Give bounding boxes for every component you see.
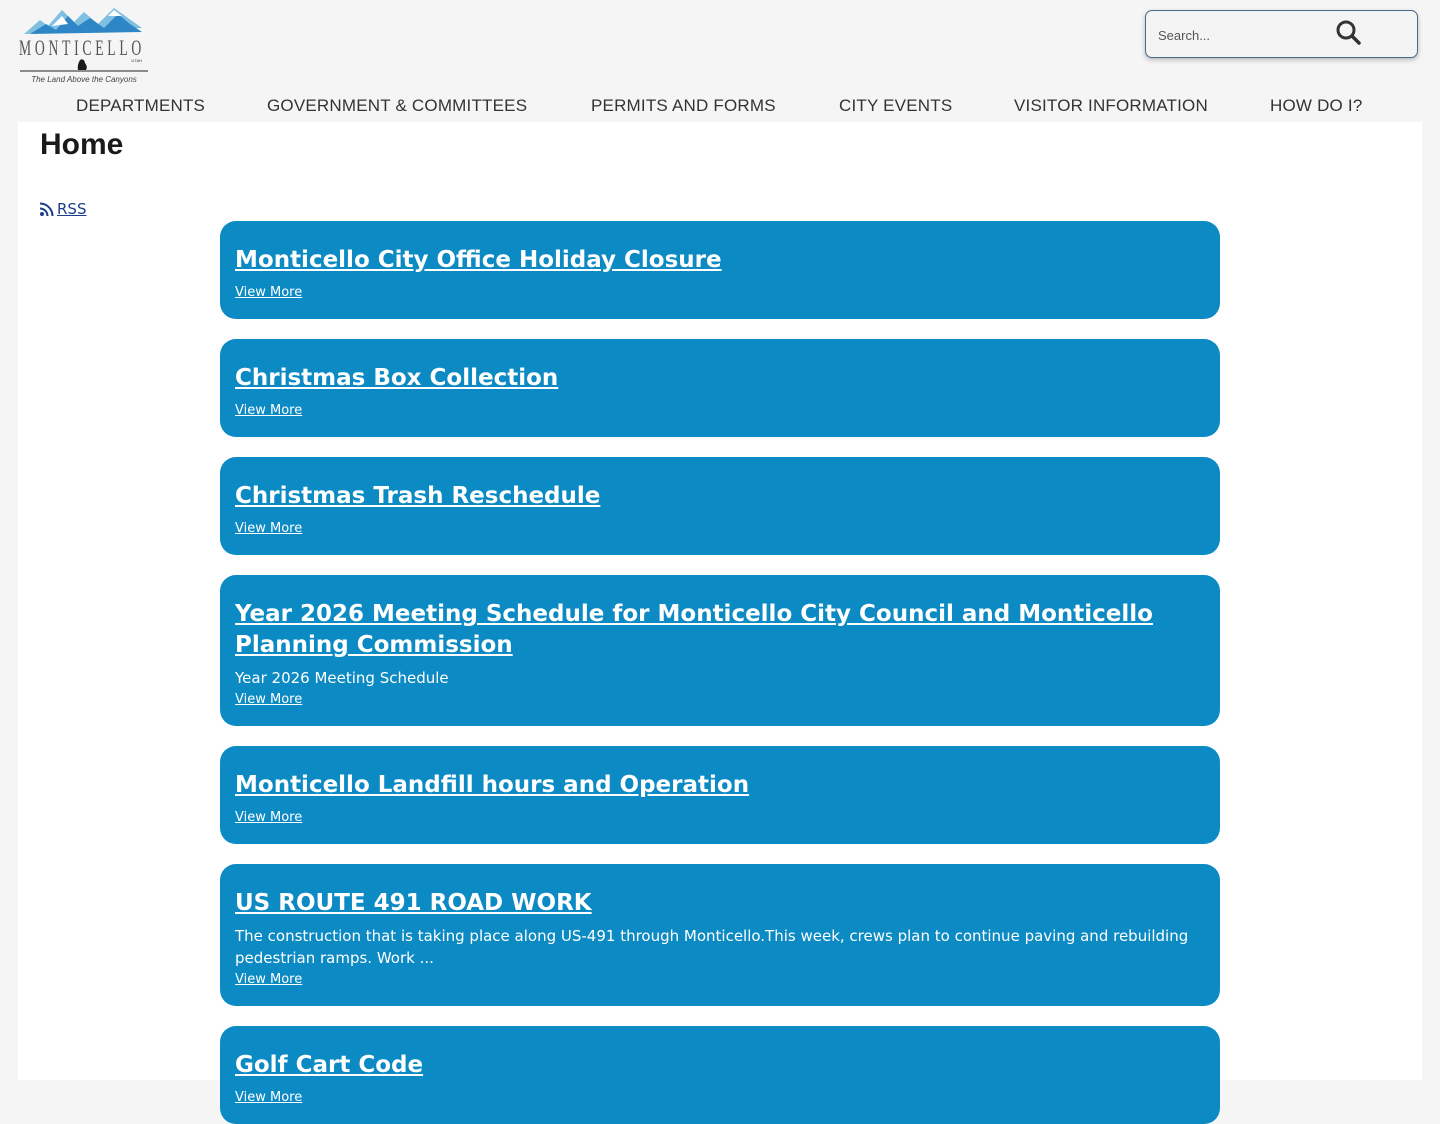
news-description: Year 2026 Meeting Schedule [235, 669, 449, 687]
news-card: Christmas Box Collection View More [220, 339, 1220, 437]
search-box [1145, 10, 1418, 58]
nav-departments[interactable]: DEPARTMENTS [76, 96, 205, 116]
view-more-link[interactable]: View More [235, 972, 302, 987]
nav-permits-forms[interactable]: PERMITS AND FORMS [591, 96, 776, 116]
search-button[interactable] [1332, 17, 1366, 51]
news-title-link[interactable]: Year 2026 Meeting Schedule for Monticell… [235, 599, 1160, 661]
view-more-link[interactable]: View More [235, 1090, 302, 1105]
logo-tagline: The Land Above the Canyons [31, 75, 137, 84]
main-navigation: DEPARTMENTS GOVERNMENT & COMMITTEES PERM… [0, 96, 1440, 120]
news-title-link[interactable]: US ROUTE 491 ROAD WORK [235, 888, 1160, 919]
rss-icon [39, 202, 54, 216]
search-icon [1336, 20, 1361, 45]
mountain-logo-graphic: MONTICELLO UTAH The Land Above the Canyo… [19, 8, 148, 84]
view-more-link[interactable]: View More [235, 692, 302, 707]
logo-wordmark: MONTICELLO [19, 35, 145, 60]
nav-how-do-i[interactable]: HOW DO I? [1270, 96, 1362, 116]
view-more-link[interactable]: View More [235, 810, 302, 825]
nav-city-events[interactable]: CITY EVENTS [839, 96, 952, 116]
page-title: Home [40, 128, 124, 161]
news-card: Monticello Landfill hours and Operation … [220, 746, 1220, 844]
news-title-link[interactable]: Christmas Box Collection [235, 363, 1160, 394]
rss-link[interactable]: RSS [39, 200, 86, 218]
news-card: US ROUTE 491 ROAD WORK The construction … [220, 864, 1220, 1006]
news-title-link[interactable]: Golf Cart Code [235, 1050, 1160, 1081]
news-card: Golf Cart Code View More [220, 1026, 1220, 1124]
news-title-link[interactable]: Monticello City Office Holiday Closure [235, 245, 1160, 276]
search-input[interactable] [1158, 23, 1328, 47]
news-title-link[interactable]: Christmas Trash Reschedule [235, 481, 1160, 512]
city-logo[interactable]: MONTICELLO UTAH The Land Above the Canyo… [18, 4, 150, 86]
news-card: Year 2026 Meeting Schedule for Monticell… [220, 575, 1220, 726]
news-title-link[interactable]: Monticello Landfill hours and Operation [235, 770, 1160, 801]
news-description: The construction that is taking place al… [235, 927, 1189, 967]
nav-government-committees[interactable]: GOVERNMENT & COMMITTEES [267, 96, 527, 116]
view-more-link[interactable]: View More [235, 285, 302, 300]
logo-state: UTAH [131, 58, 142, 63]
view-more-link[interactable]: View More [235, 403, 302, 418]
view-more-link[interactable]: View More [235, 521, 302, 536]
rss-label: RSS [57, 200, 87, 218]
news-card: Monticello City Office Holiday Closure V… [220, 221, 1220, 319]
nav-visitor-information[interactable]: VISITOR INFORMATION [1014, 96, 1208, 116]
news-card: Christmas Trash Reschedule View More [220, 457, 1220, 555]
